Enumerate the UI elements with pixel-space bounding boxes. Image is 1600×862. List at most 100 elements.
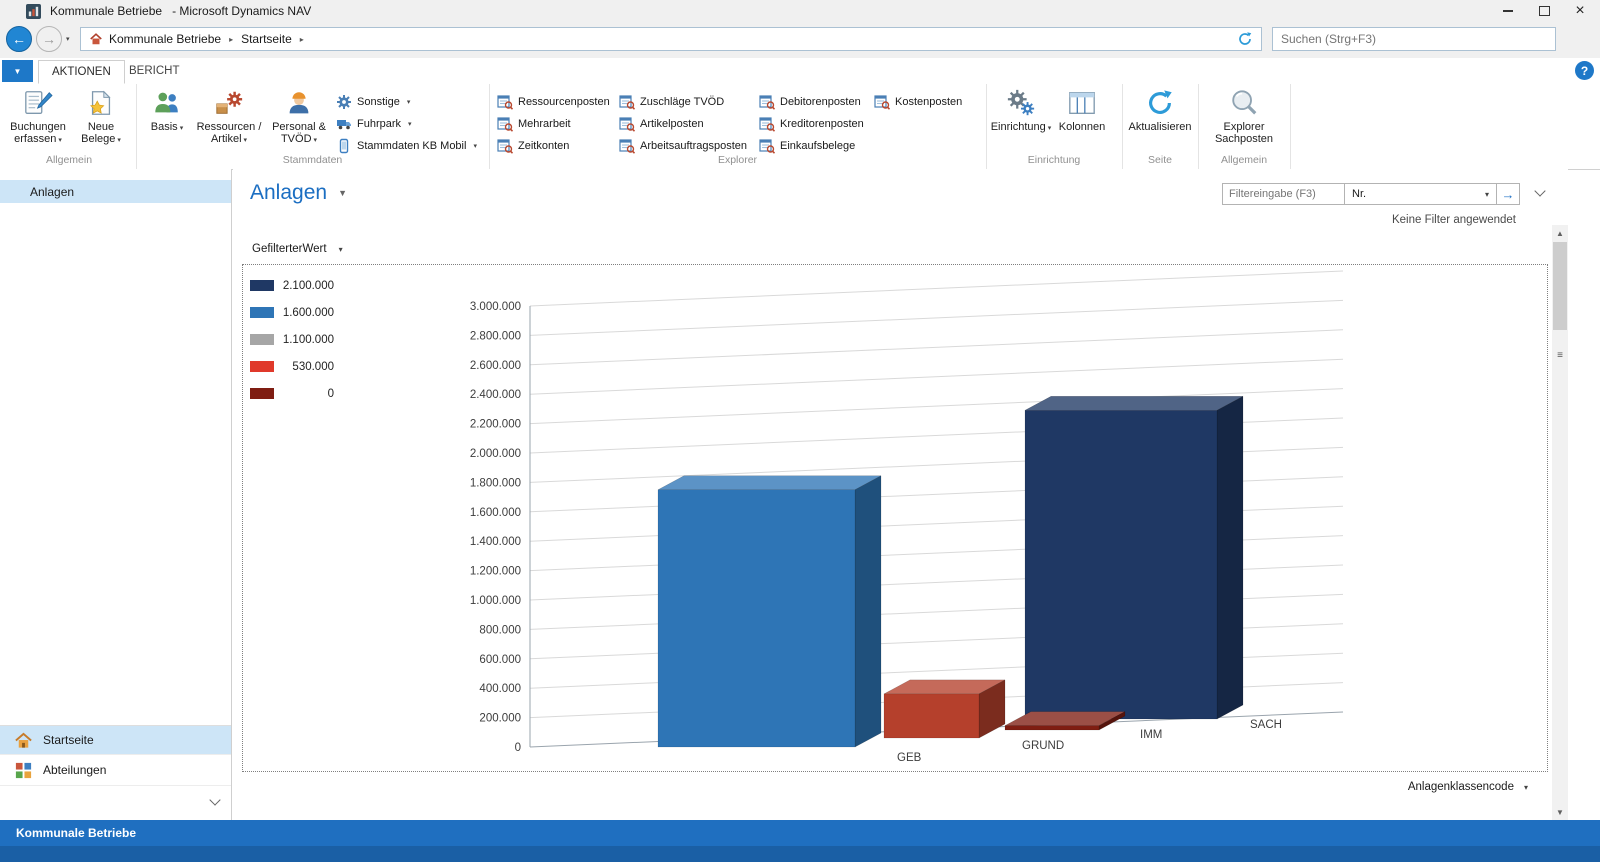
ribbon-button-basis[interactable]: Basis▾ (144, 87, 190, 135)
ribbon: Buchungen erfassen▾ Neue Belege▾ Allgeme… (0, 84, 1600, 170)
ribbon-item-kostenposten[interactable]: Kostenposten (874, 93, 962, 110)
minimize-button[interactable] (1490, 0, 1526, 22)
maximize-button[interactable] (1526, 0, 1562, 22)
page-title[interactable]: Anlagen ▼ (250, 181, 347, 205)
svg-text:3.000.000: 3.000.000 (470, 301, 521, 313)
scrollbar-menu-icon[interactable]: ≡ (1552, 347, 1568, 363)
dropdown-caret-icon: ▾ (339, 245, 343, 254)
ribbon-item-einkaufsbelege[interactable]: Einkaufsbelege (759, 137, 855, 154)
ribbon-item-artikelposten[interactable]: Artikelposten (619, 115, 704, 132)
sidebar-item-anlagen[interactable]: Anlagen (0, 180, 231, 203)
magnifier-icon (1229, 88, 1259, 118)
scrollbar-thumb[interactable] (1553, 242, 1567, 330)
sidebar-item-startseite[interactable]: Startseite (0, 726, 231, 755)
search-box (1272, 27, 1556, 51)
ribbon-button-explorer-sachposten[interactable]: Explorer Sachposten (1202, 87, 1286, 145)
scrollbar-track[interactable]: ▲ ≡ ▼ (1552, 225, 1568, 820)
nav-logo-icon (26, 4, 41, 19)
dropdown-caret-icon: ▼ (338, 188, 347, 198)
dropdown-caret-icon: ▾ (58, 137, 62, 144)
address-bar: ← → ▾ Kommunale Betriebe ▸ Startseite ▸ (0, 22, 1600, 58)
forward-button[interactable]: → (36, 26, 62, 52)
breadcrumb-separator-icon[interactable]: ▸ (300, 35, 304, 44)
legend-item: 1.100.000 (250, 326, 334, 353)
list-search-icon (759, 116, 775, 132)
legend-label: 1.100.000 (274, 334, 334, 346)
maximize-icon (1539, 6, 1550, 16)
legend-item: 530.000 (250, 353, 334, 380)
close-button[interactable]: × (1562, 0, 1598, 22)
refresh-icon[interactable] (1237, 31, 1253, 47)
filter-status: Keine Filter angewendet (1392, 214, 1516, 226)
breadcrumb-root[interactable]: Kommunale Betriebe (109, 32, 221, 46)
category-dropdown[interactable]: Anlagenklassencode ▾ (1408, 781, 1528, 793)
legend-swatch (250, 307, 274, 318)
ribbon-item-debitorenposten[interactable]: Debitorenposten (759, 93, 861, 110)
ribbon-group-allgemein: Buchungen erfassen▾ Neue Belege▾ Allgeme… (2, 84, 137, 169)
ribbon-button-neue-belege[interactable]: Neue Belege▾ (72, 87, 130, 147)
svg-text:600.000: 600.000 (479, 654, 521, 666)
status-bar-edge (0, 846, 1600, 862)
ribbon-button-kolonnen[interactable]: Kolonnen (1052, 87, 1112, 133)
apply-filter-button[interactable]: → (1497, 183, 1520, 205)
legend-item: 1.600.000 (250, 299, 334, 326)
breadcrumb-page[interactable]: Startseite (241, 32, 292, 46)
sidebar: Anlagen Startseite Abteilungen (0, 169, 232, 820)
svg-text:SACH: SACH (1250, 719, 1282, 731)
ribbon-item-zuschlaege-tvoed[interactable]: Zuschläge TVÖD (619, 93, 724, 110)
filter-pane-chevron-icon[interactable] (1534, 185, 1545, 196)
ribbon-item-arbeitsauftragsposten[interactable]: Arbeitsauftragsposten (619, 137, 747, 154)
legend-swatch (250, 388, 274, 399)
ribbon-group-label: Seite (1122, 154, 1198, 166)
list-search-icon (619, 94, 635, 110)
tab-aktionen[interactable]: AKTIONEN (38, 60, 125, 84)
filter-input[interactable] (1223, 184, 1344, 204)
dropdown-caret-icon: ▾ (1524, 783, 1528, 792)
scroll-down-arrow-icon[interactable]: ▼ (1552, 804, 1568, 820)
ribbon-item-fuhrpark[interactable]: Fuhrpark▾ (336, 115, 412, 132)
svg-text:GRUND: GRUND (1022, 740, 1064, 752)
journal-edit-icon (23, 88, 53, 118)
svg-text:GEB: GEB (897, 752, 922, 764)
ribbon-group-seite: Aktualisieren Seite (1122, 84, 1199, 169)
ribbon-button-ressourcen-artikel[interactable]: Ressourcen / Artikel▾ (192, 87, 266, 147)
back-button[interactable]: ← (6, 26, 32, 52)
gears-icon (1006, 88, 1036, 118)
breadcrumb-separator-icon[interactable]: ▸ (229, 35, 233, 44)
svg-text:1.800.000: 1.800.000 (470, 477, 521, 489)
home-icon[interactable] (89, 32, 103, 46)
measure-dropdown[interactable]: GefilterterWert ▾ (252, 243, 343, 255)
ribbon-item-stammdaten-kb-mobil[interactable]: Stammdaten KB Mobil▾ (336, 137, 477, 154)
history-dropdown-caret-icon[interactable]: ▾ (66, 35, 70, 43)
dropdown-caret-icon: ▾ (117, 137, 121, 144)
people-icon (152, 88, 182, 118)
legend-label: 530.000 (274, 361, 334, 373)
dropdown-caret-icon: ▾ (407, 98, 411, 106)
back-arrow-icon: ← (12, 31, 26, 47)
ribbon-button-aktualisieren[interactable]: Aktualisieren (1125, 87, 1195, 133)
ribbon-item-zeitkonten[interactable]: Zeitkonten (497, 137, 569, 154)
breadcrumb: Kommunale Betriebe ▸ Startseite ▸ (80, 27, 1262, 51)
ribbon-group-explorer: Ressourcenposten Mehrarbeit Zeitkonten Z… (489, 84, 987, 169)
search-input[interactable] (1273, 28, 1555, 50)
filter-field-select[interactable]: Nr. ▾ (1345, 183, 1497, 205)
ribbon-item-mehrarbeit[interactable]: Mehrarbeit (497, 115, 571, 132)
title-bar: Kommunale Betriebe - Microsoft Dynamics … (0, 0, 1600, 22)
ribbon-button-personal-tvoed[interactable]: Personal & TVÖD▾ (268, 87, 330, 147)
ribbon-item-ressourcenposten[interactable]: Ressourcenposten (497, 93, 610, 110)
scroll-up-arrow-icon[interactable]: ▲ (1552, 225, 1568, 241)
svg-text:1.200.000: 1.200.000 (470, 566, 521, 578)
svg-text:200.000: 200.000 (479, 713, 521, 725)
ribbon-item-sonstige[interactable]: Sonstige▾ (336, 93, 410, 110)
list-search-icon (759, 94, 775, 110)
ribbon-button-einrichtung[interactable]: Einrichtung▾ (994, 87, 1048, 135)
application-menu-button[interactable]: ▼ (2, 60, 33, 82)
bar-chart: 0200.000400.000600.000800.0001.000.0001.… (243, 265, 1547, 771)
help-icon[interactable]: ? (1575, 61, 1594, 80)
sidebar-collapse-chevron-icon[interactable] (209, 794, 220, 805)
sidebar-item-abteilungen[interactable]: Abteilungen (0, 755, 231, 786)
ribbon-button-buchungen-erfassen[interactable]: Buchungen erfassen▾ (6, 87, 70, 147)
ribbon-item-kreditorenposten[interactable]: Kreditorenposten (759, 115, 864, 132)
svg-text:2.000.000: 2.000.000 (470, 448, 521, 460)
tab-bericht[interactable]: BERICHT (116, 60, 192, 82)
